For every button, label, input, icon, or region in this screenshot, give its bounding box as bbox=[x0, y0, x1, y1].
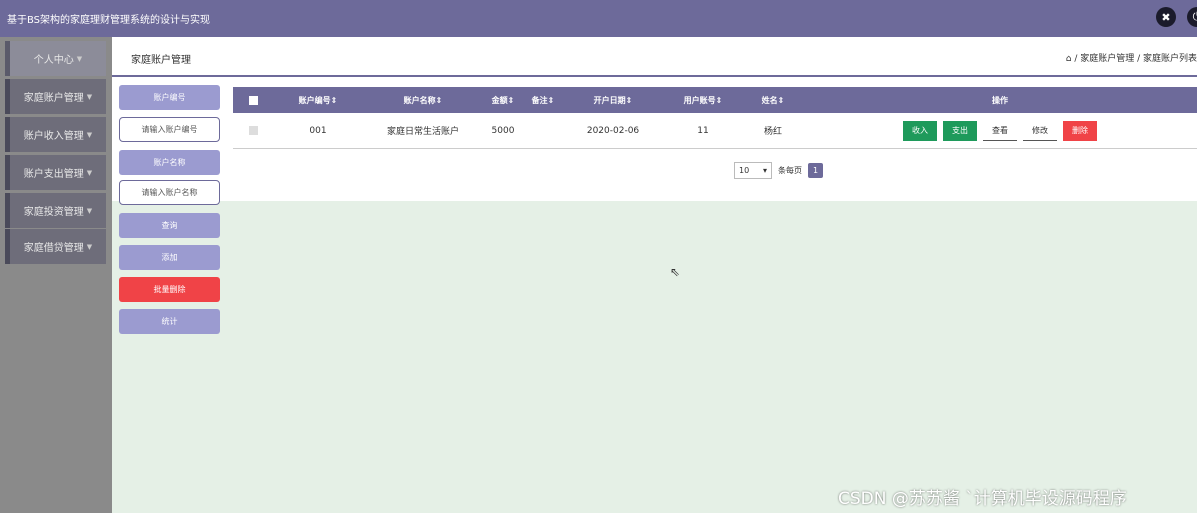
page-size-select[interactable]: 10 ▾ bbox=[734, 162, 772, 179]
expense-button[interactable]: 支出 bbox=[943, 120, 977, 141]
income-button[interactable]: 收入 bbox=[903, 120, 937, 141]
sidebar-item-family-investment[interactable]: 家庭投资管理 ▼ bbox=[5, 193, 106, 228]
col-account-no[interactable]: 账户编号⇕ bbox=[273, 87, 363, 113]
cell-name: 杨红 bbox=[743, 113, 803, 149]
select-all-checkbox[interactable] bbox=[233, 87, 273, 113]
cell-account-name: 家庭日常生活账户 bbox=[363, 113, 483, 149]
breadcrumb: ⌂ / 家庭账户管理 / 家庭账户列表 bbox=[1065, 54, 1197, 64]
chevron-down-icon: ▼ bbox=[76, 54, 83, 63]
add-button[interactable]: 添加 bbox=[119, 245, 220, 270]
cell-actions: 收入 支出 查看 修改 删除 bbox=[803, 113, 1197, 149]
chevron-down-icon: ▼ bbox=[86, 92, 93, 101]
sort-icon: ⇕ bbox=[777, 95, 785, 105]
chevron-down-icon: ▼ bbox=[86, 130, 93, 139]
query-button[interactable]: 查询 bbox=[119, 213, 220, 238]
sort-icon: ⇕ bbox=[507, 95, 515, 105]
view-button[interactable]: 查看 bbox=[983, 120, 1017, 141]
chevron-down-icon: ▼ bbox=[86, 168, 93, 177]
delete-button[interactable]: 删除 bbox=[1063, 120, 1097, 141]
cell-open-date: 2020-02-06 bbox=[563, 113, 663, 149]
account-name-label: 账户名称 bbox=[119, 150, 220, 175]
sort-icon: ⇕ bbox=[435, 95, 443, 105]
per-page-label: 条每页 bbox=[778, 166, 802, 175]
col-remark[interactable]: 备注⇕ bbox=[523, 87, 563, 113]
account-no-label: 账户编号 bbox=[119, 85, 220, 110]
sort-icon: ⇕ bbox=[547, 95, 555, 105]
mouse-cursor-icon: ⇖ bbox=[670, 265, 681, 279]
sidebar: 个人中心 ▼ 家庭账户管理 ▼ 账户收入管理 ▼ 账户支出管理 ▼ 家庭投资管理 ▼ 家庭… bbox=[0, 37, 112, 513]
close-circle-icon[interactable]: ✖ bbox=[1156, 7, 1176, 27]
batch-delete-button[interactable]: 批量删除 bbox=[119, 277, 220, 302]
cell-amount: 5000 bbox=[483, 113, 523, 149]
table-row: 001 家庭日常生活账户 5000 2020-02-06 11 杨红 收入 支出… bbox=[233, 113, 1197, 149]
table-header-row: 账户编号⇕ 账户名称⇕ 金额⇕ 备注⇕ 开户日期⇕ 用户账号⇕ 姓名⇕ 操作 bbox=[233, 87, 1197, 113]
page-number-button[interactable]: 1 bbox=[808, 163, 823, 178]
sidebar-item-account-income[interactable]: 账户收入管理 ▼ bbox=[5, 117, 106, 152]
main-area: 家庭账户管理 ⌂ / 家庭账户管理 / 家庭账户列表 账户编号 请输入账户编号 … bbox=[112, 37, 1197, 513]
app-title: 基于BS架构的家庭理财管理系统的设计与实现 bbox=[7, 15, 211, 26]
col-account-name[interactable]: 账户名称⇕ bbox=[363, 87, 483, 113]
col-open-date[interactable]: 开户日期⇕ bbox=[563, 87, 663, 113]
logout-icon[interactable]: ⏻ bbox=[1187, 7, 1197, 27]
cell-account-no: 001 bbox=[273, 113, 363, 149]
sidebar-item-account-expense[interactable]: 账户支出管理 ▼ bbox=[5, 155, 106, 190]
chevron-down-icon: ▼ bbox=[86, 206, 93, 215]
row-checkbox[interactable] bbox=[233, 113, 273, 149]
sort-icon: ⇕ bbox=[330, 95, 338, 105]
col-name[interactable]: 姓名⇕ bbox=[743, 87, 803, 113]
account-no-input[interactable]: 请输入账户编号 bbox=[119, 117, 220, 142]
top-bar: 基于BS架构的家庭理财管理系统的设计与实现 ✖ ⏻ bbox=[0, 0, 1197, 37]
sort-icon: ⇕ bbox=[715, 95, 723, 105]
edit-button[interactable]: 修改 bbox=[1023, 120, 1057, 141]
page-title: 家庭账户管理 bbox=[131, 55, 191, 66]
page-header: 家庭账户管理 ⌂ / 家庭账户管理 / 家庭账户列表 bbox=[112, 37, 1197, 77]
sidebar-item-family-loan[interactable]: 家庭借贷管理 ▼ bbox=[5, 229, 106, 264]
watermark: CSDN @苏苏酱 `计算机毕设源码程序 bbox=[838, 489, 1127, 509]
chevron-down-icon: ▼ bbox=[86, 242, 93, 251]
sort-icon: ⇕ bbox=[625, 95, 633, 105]
account-table: 账户编号⇕ 账户名称⇕ 金额⇕ 备注⇕ 开户日期⇕ 用户账号⇕ 姓名⇕ 操作 0… bbox=[233, 87, 1197, 149]
account-name-input[interactable]: 请输入账户名称 bbox=[119, 180, 220, 205]
chevron-down-icon: ▾ bbox=[762, 166, 767, 175]
col-actions: 操作 bbox=[803, 87, 1197, 113]
sidebar-item-personal-center[interactable]: 个人中心 ▼ bbox=[5, 41, 106, 76]
col-amount[interactable]: 金额⇕ bbox=[483, 87, 523, 113]
pagination: 10 ▾ 条每页 1 bbox=[734, 162, 823, 179]
sidebar-item-family-account[interactable]: 家庭账户管理 ▼ bbox=[5, 79, 106, 114]
cell-user-account: 11 bbox=[663, 113, 743, 149]
cell-remark bbox=[523, 113, 563, 149]
col-user-account[interactable]: 用户账号⇕ bbox=[663, 87, 743, 113]
stats-button[interactable]: 统计 bbox=[119, 309, 220, 334]
